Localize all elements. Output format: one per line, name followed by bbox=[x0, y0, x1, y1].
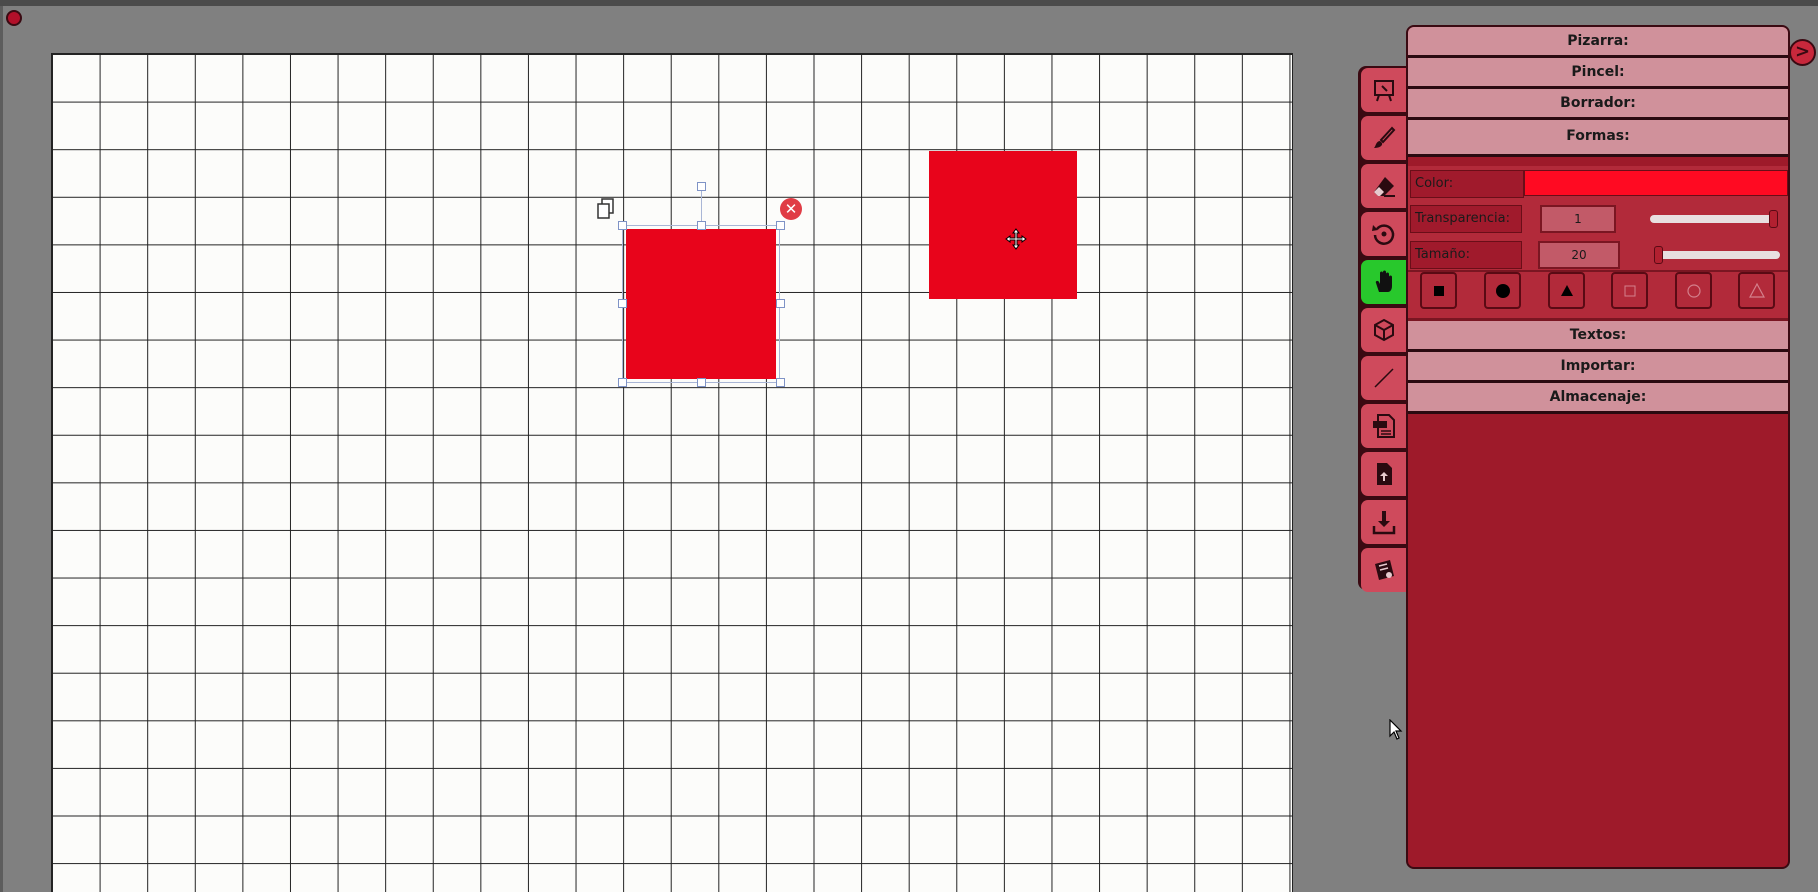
rotate-handle[interactable] bbox=[697, 182, 706, 191]
tamano-input[interactable]: 20 bbox=[1538, 241, 1620, 269]
section-pincel[interactable]: Pincel: bbox=[1408, 58, 1788, 89]
storage-tool[interactable] bbox=[1361, 548, 1406, 592]
outline-triangle-button[interactable] bbox=[1738, 272, 1775, 309]
tamano-label: Tamaño: bbox=[1410, 241, 1522, 269]
line-tool[interactable] bbox=[1361, 356, 1406, 400]
outline-triangle-icon bbox=[1748, 282, 1765, 298]
resize-handle-mr[interactable] bbox=[776, 299, 785, 308]
filled-square-icon bbox=[1433, 285, 1444, 296]
section-textos[interactable]: Textos: bbox=[1408, 321, 1788, 352]
resize-handle-tc[interactable] bbox=[697, 221, 706, 230]
reset-icon bbox=[1371, 224, 1394, 245]
filled-square-button[interactable] bbox=[1420, 272, 1457, 309]
eraser-tool[interactable] bbox=[1361, 164, 1406, 208]
filled-triangle-icon bbox=[1560, 284, 1573, 296]
resize-handle-ml[interactable] bbox=[618, 299, 627, 308]
transparencia-label: Transparencia: bbox=[1410, 205, 1522, 233]
formas-divider bbox=[1408, 270, 1788, 272]
text-file-tool[interactable] bbox=[1361, 404, 1406, 448]
selection-box bbox=[622, 225, 780, 383]
3d-tool[interactable] bbox=[1361, 308, 1406, 352]
import-file-icon bbox=[1376, 463, 1392, 485]
storage-icon bbox=[1374, 560, 1394, 580]
txt-file-icon bbox=[1372, 414, 1395, 438]
outline-circle-button[interactable] bbox=[1675, 272, 1712, 309]
resize-handle-br[interactable] bbox=[776, 378, 785, 387]
line-icon bbox=[1373, 368, 1394, 388]
red-square[interactable] bbox=[929, 151, 1077, 299]
eraser-icon bbox=[1373, 177, 1395, 197]
import-file-tool[interactable] bbox=[1361, 452, 1406, 496]
section-borrador[interactable]: Borrador: bbox=[1408, 89, 1788, 120]
hand-icon bbox=[1375, 270, 1392, 292]
board-icon bbox=[1373, 80, 1394, 102]
tool-strip bbox=[1358, 66, 1406, 592]
cube-icon bbox=[1373, 318, 1394, 342]
hand-tool[interactable] bbox=[1361, 260, 1406, 304]
brush-icon bbox=[1373, 126, 1395, 148]
reset-tool[interactable] bbox=[1361, 212, 1406, 256]
download-tool[interactable] bbox=[1361, 500, 1406, 544]
resize-handle-bl[interactable] bbox=[618, 378, 627, 387]
transparencia-slider[interactable] bbox=[1650, 215, 1775, 223]
filled-triangle-button[interactable] bbox=[1548, 272, 1585, 309]
drawing-board[interactable]: ✕ bbox=[51, 53, 1293, 892]
mouse-pointer-icon bbox=[1389, 718, 1403, 741]
outline-circle-icon bbox=[1686, 283, 1701, 298]
outline-square-icon bbox=[1624, 285, 1635, 296]
section-pizarra[interactable]: Pizarra: bbox=[1408, 27, 1788, 58]
resize-handle-tr[interactable] bbox=[776, 221, 785, 230]
filled-circle-button[interactable] bbox=[1484, 272, 1521, 309]
outline-square-button[interactable] bbox=[1611, 272, 1648, 309]
download-icon bbox=[1372, 511, 1395, 535]
color-label: Color: bbox=[1410, 170, 1524, 198]
expand-panel-button[interactable]: > bbox=[1789, 39, 1816, 66]
section-almacenaje[interactable]: Almacenaje: bbox=[1408, 383, 1788, 414]
copy-icon[interactable] bbox=[595, 197, 617, 221]
window-left-edge bbox=[0, 6, 3, 892]
window-top-bar bbox=[0, 0, 1818, 6]
section-formas[interactable]: Formas: bbox=[1408, 120, 1788, 157]
tamano-slider[interactable] bbox=[1655, 251, 1780, 259]
move-cursor-icon bbox=[1005, 228, 1027, 250]
transparencia-slider-knob[interactable] bbox=[1769, 210, 1778, 228]
window-close-dot[interactable] bbox=[6, 10, 22, 26]
brush-tool[interactable] bbox=[1361, 116, 1406, 160]
tamano-slider-knob[interactable] bbox=[1654, 246, 1663, 264]
section-importar[interactable]: Importar: bbox=[1408, 352, 1788, 383]
color-swatch[interactable] bbox=[1524, 170, 1788, 196]
rotation-line bbox=[701, 191, 702, 225]
delete-shape-button[interactable]: ✕ bbox=[780, 198, 802, 220]
resize-handle-tl[interactable] bbox=[618, 221, 627, 230]
board-tool[interactable] bbox=[1361, 68, 1406, 112]
options-panel: Pizarra: Pincel: Borrador: Formas: Color… bbox=[1406, 25, 1790, 869]
transparencia-input[interactable]: 1 bbox=[1540, 205, 1616, 233]
filled-circle-icon bbox=[1495, 283, 1510, 298]
resize-handle-bc[interactable] bbox=[697, 378, 706, 387]
